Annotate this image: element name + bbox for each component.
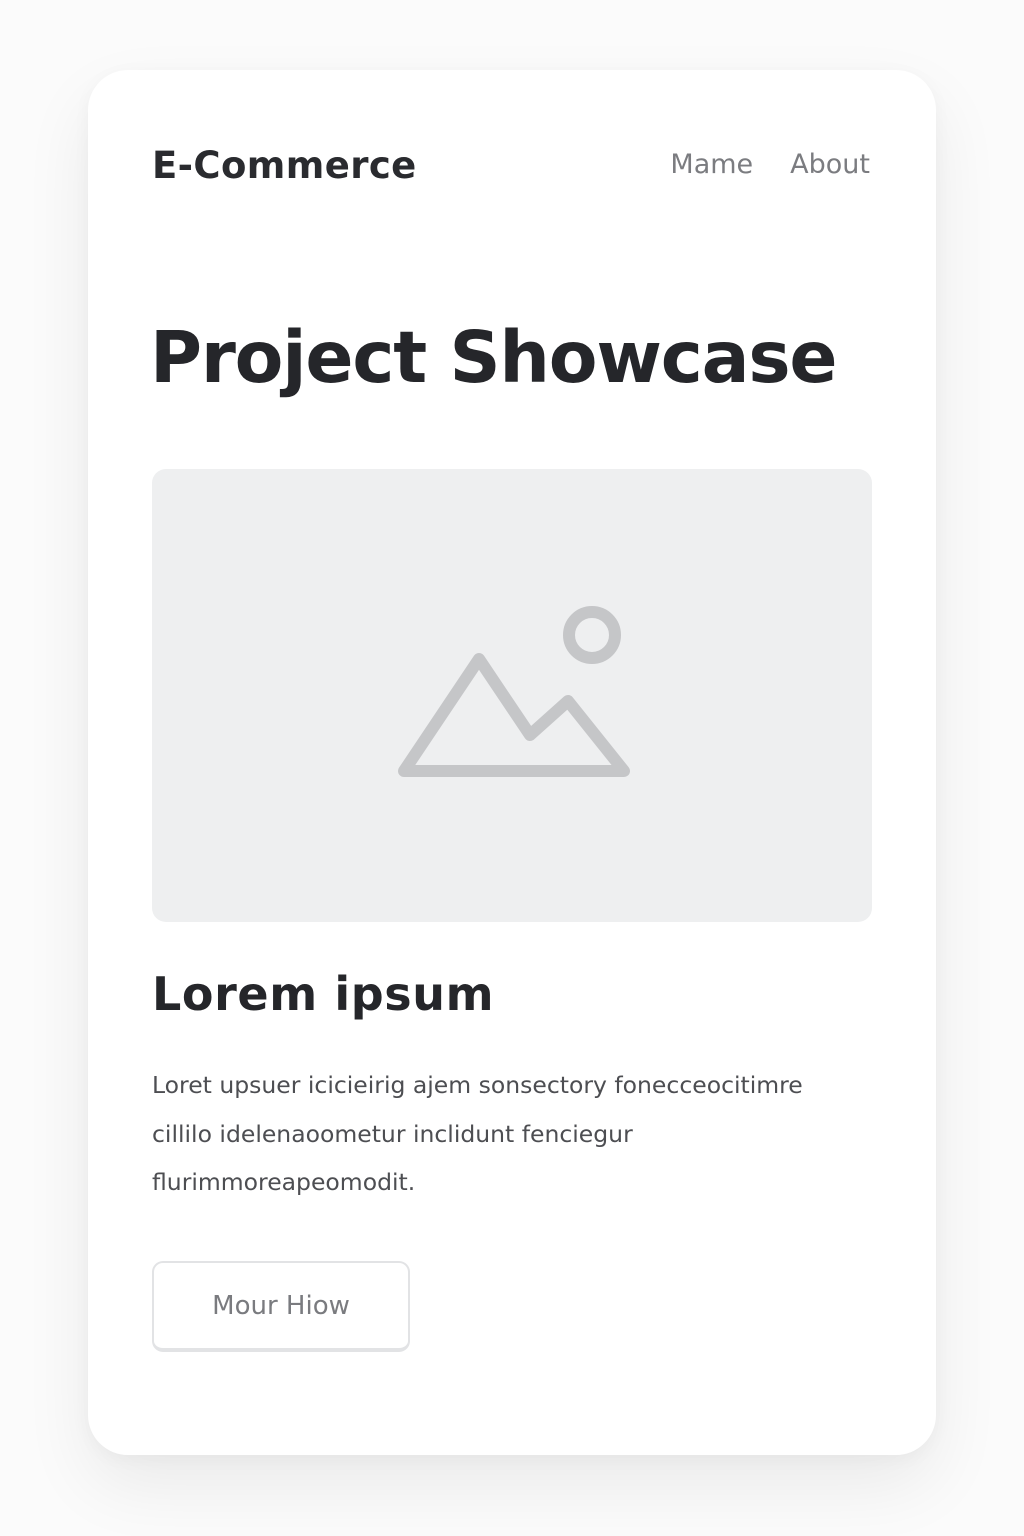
image-placeholder (152, 469, 872, 922)
card-heading: Lorem ipsum (152, 967, 495, 1021)
nav-link-about[interactable]: About (790, 149, 870, 180)
showcase-card: E-Commerce Mame About Project Showcase L… (88, 70, 936, 1455)
card-description: Loret upsuer icicieirig ajem sonsectory … (152, 1071, 803, 1196)
top-nav: Mame About (670, 149, 870, 180)
image-icon (398, 606, 630, 777)
more-button[interactable]: Mour Hiow (152, 1261, 410, 1352)
nav-link-mame[interactable]: Mame (670, 149, 753, 180)
page-title: Project Showcase (150, 316, 838, 399)
brand-logo-text[interactable]: E-Commerce (152, 144, 417, 187)
